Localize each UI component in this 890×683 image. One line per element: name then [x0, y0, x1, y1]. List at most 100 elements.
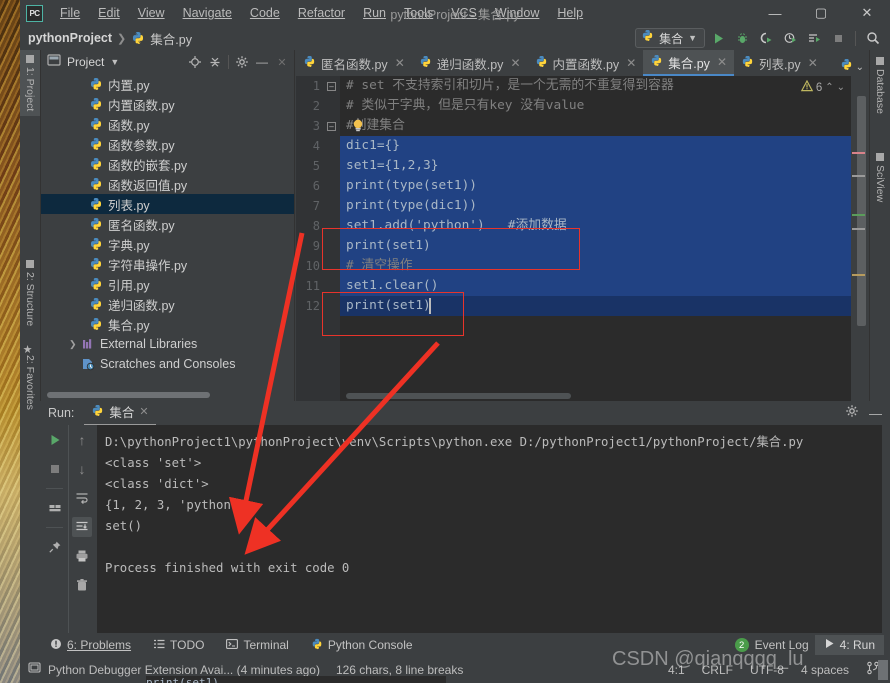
- tree-item-external-libraries[interactable]: ❯ External Libraries: [41, 334, 294, 354]
- sidebar-item-project[interactable]: 1: Project: [20, 50, 40, 116]
- debug-button[interactable]: [731, 28, 753, 49]
- menu-item-code[interactable]: Code: [241, 3, 289, 23]
- editor-tab-3[interactable]: 集合.py ✕: [643, 50, 734, 76]
- pin-icon[interactable]: [45, 537, 65, 557]
- editor-tab-2[interactable]: 内置函数.py ✕: [528, 50, 644, 76]
- close-icon[interactable]: ✕: [395, 56, 405, 70]
- editor-tab-0[interactable]: 匿名函数.py ✕: [296, 50, 412, 76]
- status-line-separator[interactable]: CRLF: [702, 663, 733, 677]
- close-icon[interactable]: ✕: [808, 56, 818, 70]
- menu-item-view[interactable]: View: [129, 3, 174, 23]
- status-indent[interactable]: 4 spaces: [801, 663, 849, 677]
- minimize-button[interactable]: —: [752, 0, 798, 26]
- status-caret-position[interactable]: 4:1: [668, 663, 685, 677]
- run-tab-active[interactable]: 集合 ✕: [84, 400, 155, 426]
- close-button[interactable]: ✕: [844, 0, 890, 26]
- rerun-icon[interactable]: [45, 430, 65, 450]
- locate-icon[interactable]: [185, 52, 205, 72]
- close-icon[interactable]: ✕: [139, 405, 148, 418]
- editor-tab-1[interactable]: 递归函数.py ✕: [412, 50, 528, 76]
- inspection-warning-badge[interactable]: 6 ⌃ ⌄: [801, 80, 845, 95]
- down-icon[interactable]: ↓: [72, 459, 92, 479]
- menu-item-edit[interactable]: Edit: [89, 3, 129, 23]
- sidebar-item-database[interactable]: Database: [870, 52, 890, 119]
- bottom-item-todo[interactable]: TODO: [153, 638, 204, 653]
- bottom-item-problems[interactable]: 6: Problems: [50, 638, 131, 653]
- intention-bulb-icon[interactable]: [352, 119, 364, 132]
- stripe-mark-ok[interactable]: [852, 214, 865, 216]
- gear-icon[interactable]: [845, 404, 859, 423]
- tree-item-1[interactable]: 内置函数.py: [41, 94, 294, 114]
- tree-item-8[interactable]: 字典.py: [41, 234, 294, 254]
- tree-item-7[interactable]: 匿名函数.py: [41, 214, 294, 234]
- tree-item-11[interactable]: 递归函数.py: [41, 294, 294, 314]
- chevron-right-icon[interactable]: ❯: [69, 339, 81, 350]
- menu-item-navigate[interactable]: Navigate: [174, 3, 241, 23]
- tree-item-0[interactable]: 内置.py: [41, 74, 294, 94]
- trash-icon[interactable]: [72, 575, 92, 595]
- bottom-item-python-console[interactable]: Python Console: [311, 638, 413, 653]
- breadcrumb-file[interactable]: 集合.py: [150, 29, 192, 48]
- tree-item-4[interactable]: 函数的嵌套.py: [41, 154, 294, 174]
- bottom-item-terminal[interactable]: Terminal: [226, 638, 288, 653]
- event-log-label[interactable]: Event Log: [755, 638, 809, 652]
- status-encoding[interactable]: UTF-8: [750, 663, 784, 677]
- tree-item-3[interactable]: 函数参数.py: [41, 134, 294, 154]
- restore-layout-icon[interactable]: [45, 498, 65, 518]
- code-fold-icon[interactable]: –: [327, 122, 336, 131]
- editor-scrollbar-thumb[interactable]: [857, 96, 866, 326]
- close-icon[interactable]: ✕: [272, 52, 292, 72]
- status-message[interactable]: Python Debugger Extension Avai... (4 min…: [48, 663, 320, 677]
- stripe-mark-info[interactable]: [852, 228, 865, 230]
- soft-wrap-icon[interactable]: [72, 488, 92, 508]
- profile-button[interactable]: [779, 28, 801, 49]
- run-button[interactable]: [707, 28, 729, 49]
- editor-horizontal-scrollbar[interactable]: [346, 393, 571, 399]
- close-icon[interactable]: ✕: [510, 56, 520, 70]
- project-tree[interactable]: 内置.py 内置函数.py 函数.py 函数参数.py 函数的嵌套.py 函数返…: [41, 74, 294, 387]
- close-icon[interactable]: ✕: [626, 56, 636, 70]
- close-icon[interactable]: ✕: [717, 55, 727, 69]
- menu-item-file[interactable]: File: [51, 3, 89, 23]
- run-dashboard-button[interactable]: [803, 28, 825, 49]
- tree-item-10[interactable]: 引用.py: [41, 274, 294, 294]
- stop-icon[interactable]: [45, 459, 65, 479]
- editor-error-stripe[interactable]: [851, 76, 869, 401]
- up-icon[interactable]: ↑: [72, 430, 92, 450]
- stripe-mark-info[interactable]: [852, 175, 865, 177]
- tree-item-6[interactable]: 列表.py: [41, 194, 294, 214]
- editor-tab-4[interactable]: 列表.py ✕: [734, 50, 825, 76]
- run-console-output[interactable]: D:\pythonProject1\pythonProject\venv\Scr…: [97, 425, 882, 633]
- stripe-mark-error[interactable]: [852, 152, 865, 154]
- gear-icon[interactable]: [232, 52, 252, 72]
- tree-item-5[interactable]: 函数返回值.py: [41, 174, 294, 194]
- project-horizontal-scrollbar[interactable]: [47, 392, 210, 398]
- chevron-down-icon[interactable]: ⌄: [856, 62, 864, 73]
- menu-item-refactor[interactable]: Refactor: [289, 3, 354, 23]
- print-icon[interactable]: [72, 546, 92, 566]
- chevron-up-icon[interactable]: ⌃: [825, 82, 833, 93]
- chevron-down-icon[interactable]: ▼: [110, 57, 119, 67]
- collapse-all-icon[interactable]: [205, 52, 225, 72]
- breadcrumb-project[interactable]: pythonProject: [28, 31, 112, 45]
- stop-button[interactable]: [827, 28, 849, 49]
- minimize-icon[interactable]: —: [252, 52, 272, 72]
- chevron-down-icon[interactable]: ⌄: [837, 82, 845, 93]
- run-with-coverage-button[interactable]: [755, 28, 777, 49]
- tree-item-2[interactable]: 函数.py: [41, 114, 294, 134]
- background-scrollbar[interactable]: [878, 660, 888, 680]
- notification-icon[interactable]: [28, 661, 41, 679]
- scroll-to-end-icon[interactable]: [72, 517, 92, 537]
- stripe-mark-warning[interactable]: [852, 274, 865, 276]
- sidebar-item-sciview[interactable]: SciView: [870, 148, 890, 207]
- code-fold-icon[interactable]: –: [327, 82, 336, 91]
- tree-item-12[interactable]: 集合.py: [41, 314, 294, 334]
- search-icon[interactable]: [862, 28, 884, 49]
- sidebar-item-favorites[interactable]: ★ 2: Favorites: [20, 338, 40, 415]
- tree-item-9[interactable]: 字符串操作.py: [41, 254, 294, 274]
- chevron-down-icon[interactable]: ▼: [688, 33, 697, 43]
- menu-item-run[interactable]: Run: [354, 3, 395, 23]
- run-configuration-selector[interactable]: 集合 ▼: [635, 28, 705, 48]
- bottom-item-run[interactable]: 4: Run: [815, 635, 884, 655]
- tree-item-scratches[interactable]: Scratches and Consoles: [41, 354, 294, 374]
